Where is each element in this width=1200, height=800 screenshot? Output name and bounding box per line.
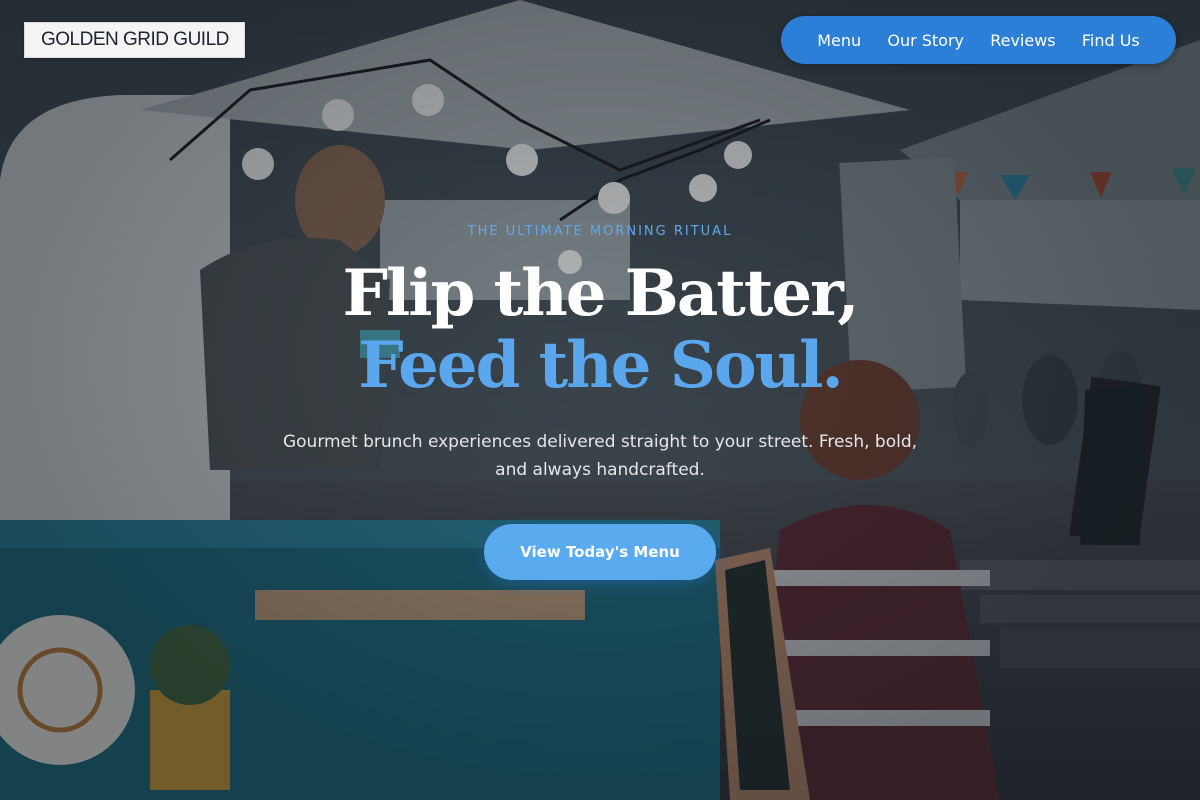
headline-line-2: Feed the Soul. xyxy=(358,328,844,403)
nav-link-our-story[interactable]: Our Story xyxy=(887,31,964,50)
main-nav: Menu Our Story Reviews Find Us xyxy=(781,16,1176,64)
nav-link-find-us[interactable]: Find Us xyxy=(1082,31,1140,50)
nav-link-menu[interactable]: Menu xyxy=(817,31,861,50)
hero-kicker: THE ULTIMATE MORNING RITUAL xyxy=(467,224,733,239)
hero-section: GOLDEN GRID GUILD Menu Our Story Reviews… xyxy=(0,0,1200,800)
hero-headline: Flip the Batter, Feed the Soul. xyxy=(0,258,1200,402)
nav-link-reviews[interactable]: Reviews xyxy=(990,31,1055,50)
hero-subtitle: Gourmet brunch experiences delivered str… xyxy=(282,432,918,480)
view-menu-button[interactable]: View Today's Menu xyxy=(484,524,716,580)
headline-line-1: Flip the Batter, xyxy=(342,256,860,331)
brand-logo[interactable]: GOLDEN GRID GUILD xyxy=(24,22,245,58)
